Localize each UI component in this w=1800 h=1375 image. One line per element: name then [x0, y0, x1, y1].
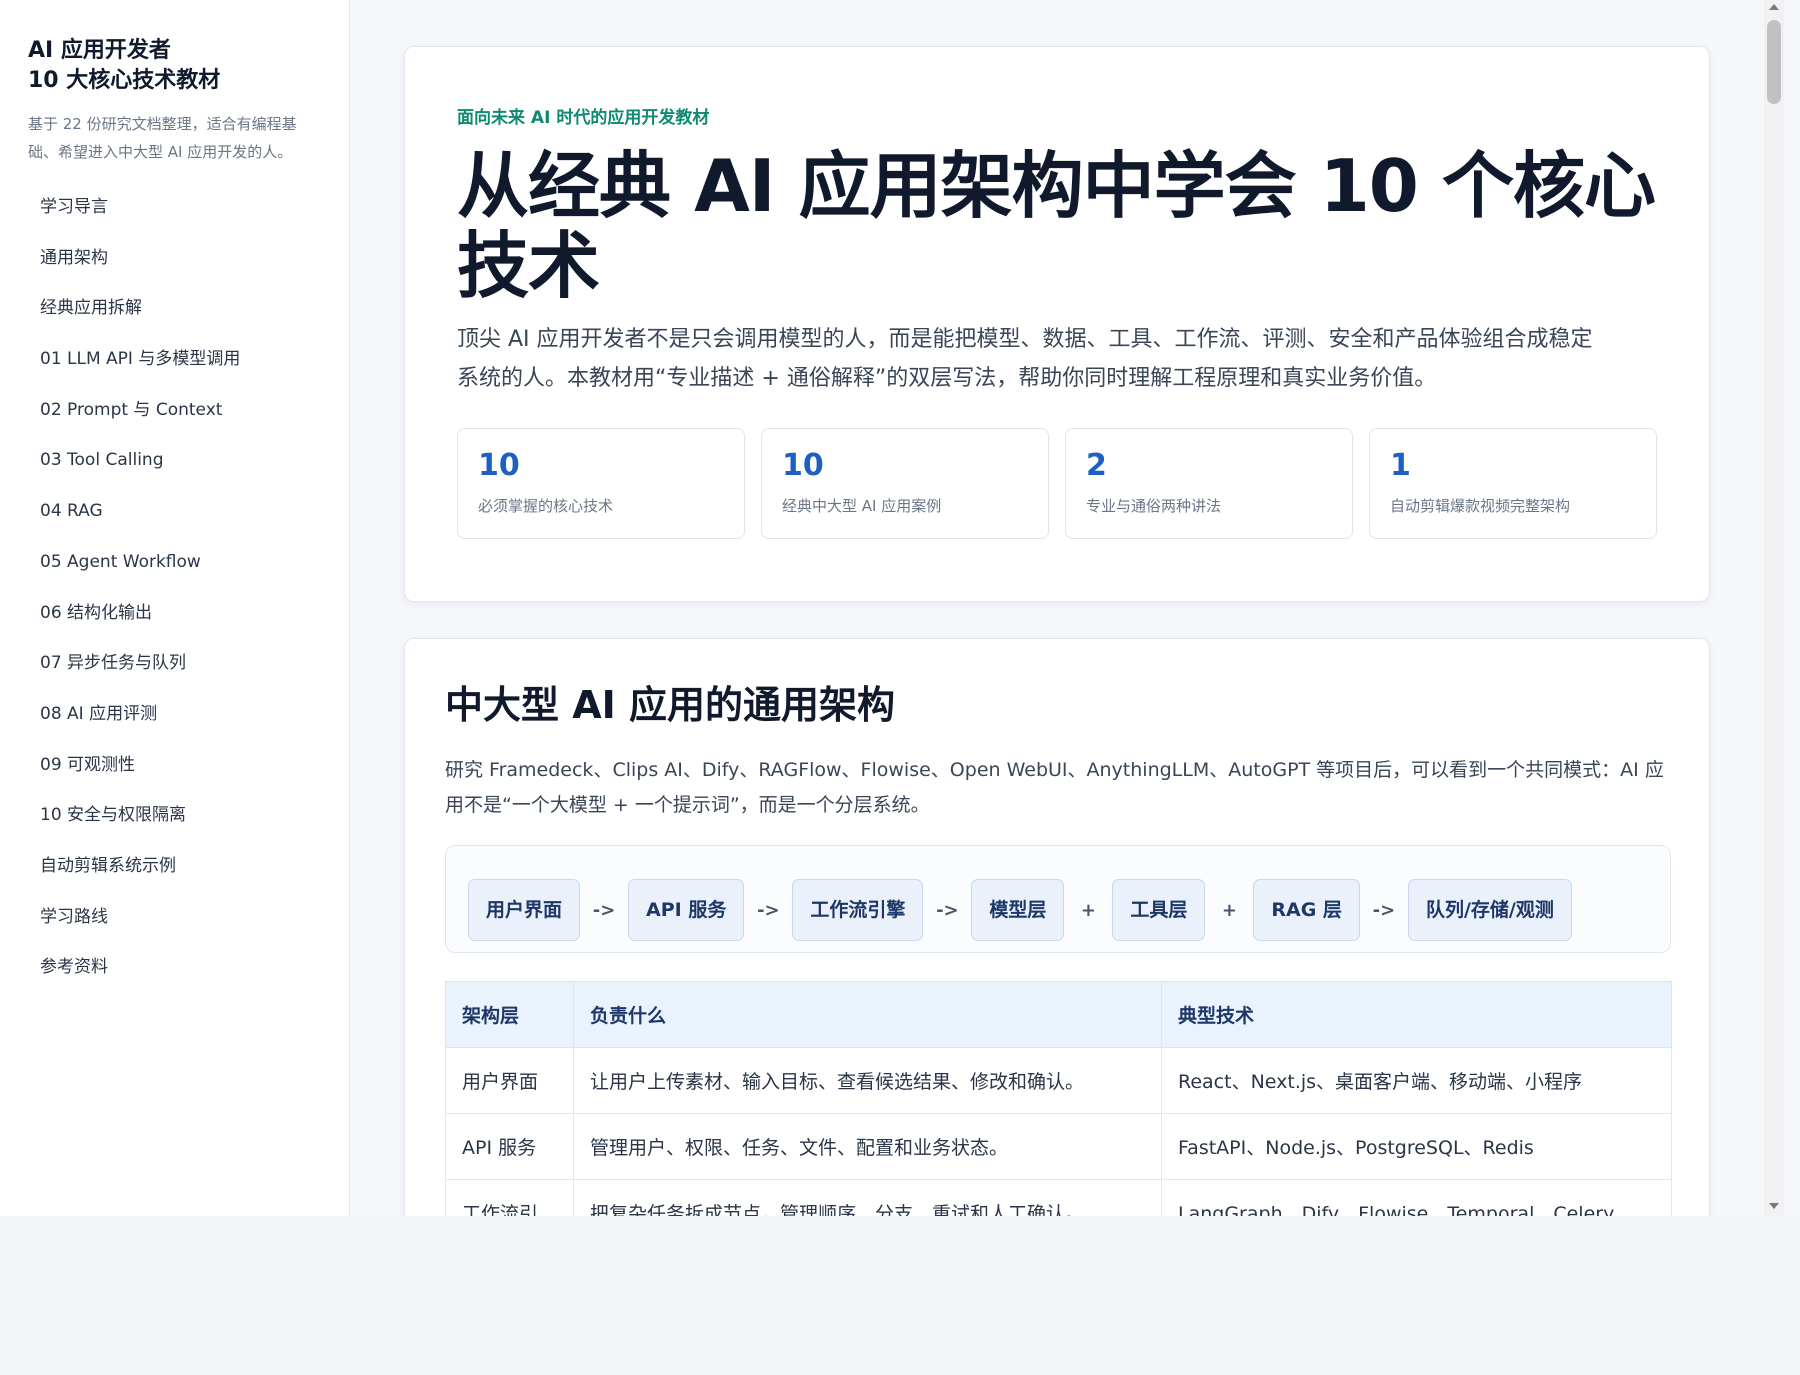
nav-item-rag[interactable]: 04 RAG: [28, 486, 321, 537]
sidebar: AI 应用开发者 10 大核心技术教材 基于 22 份研究文档整理，适合有编程基…: [0, 0, 350, 1216]
hero-kicker: 面向未来 AI 时代的应用开发教材: [457, 108, 710, 128]
scroll-down-arrow-icon[interactable]: [1769, 1203, 1779, 1209]
table-cell: 工作流引: [445, 1179, 574, 1216]
hero-title: 从经典 AI 应用架构中学会 10 个核心技术: [457, 144, 1656, 308]
table-cell: API 服务: [445, 1113, 574, 1180]
stat-value: 1: [1390, 448, 1411, 483]
table-cell: 用户界面: [445, 1047, 574, 1114]
empty-area-below-window: [0, 1216, 1800, 1375]
nav-item-architecture[interactable]: 通用架构: [28, 233, 321, 284]
table-header: 负责什么: [573, 981, 1162, 1048]
table-header: 架构层: [445, 981, 574, 1048]
app-window: AI 应用开发者 10 大核心技术教材 基于 22 份研究文档整理，适合有编程基…: [0, 0, 1800, 1216]
stat-label: 必须掌握的核心技术: [478, 497, 614, 515]
flow-box-model: 模型层: [971, 879, 1065, 941]
sidebar-nav: 学习导言 通用架构 经典应用拆解 01 LLM API 与多模型调用 02 Pr…: [28, 182, 321, 993]
brand-description: 基于 22 份研究文档整理，适合有编程基础、希望进入中大型 AI 应用开发的人。: [28, 115, 297, 161]
brand-title-line2: 10 大核心技术教材: [28, 68, 221, 93]
nav-item-structured-output[interactable]: 06 结构化输出: [28, 588, 321, 639]
nav-item-async-queue[interactable]: 07 异步任务与队列: [28, 638, 321, 689]
stat-card: 1 自动剪辑爆款视频完整架构: [1369, 428, 1657, 539]
table-cell: 把复杂任务拆成节点，管理顺序、分支、重试和人工确认。: [573, 1179, 1162, 1216]
vertical-scrollbar[interactable]: [1764, 0, 1784, 1216]
scroll-up-arrow-icon[interactable]: [1769, 4, 1779, 10]
table-header-row: 架构层 负责什么 典型技术: [445, 981, 1672, 1048]
table-row: 工作流引 把复杂任务拆成节点，管理顺序、分支、重试和人工确认。 LangGrap…: [445, 1179, 1672, 1216]
table-row: 用户界面 让用户上传素材、输入目标、查看候选结果、修改和确认。 React、Ne…: [445, 1047, 1672, 1114]
table-cell: FastAPI、Node.js、PostgreSQL、Redis: [1161, 1113, 1672, 1180]
stat-card: 10 必须掌握的核心技术: [457, 428, 745, 539]
architecture-table: 架构层 负责什么 典型技术 用户界面 让用户上传素材、输入目标、查看候选结果、修…: [445, 981, 1672, 1216]
flow-box-workflow: 工作流引擎: [792, 879, 924, 941]
nav-item-intro[interactable]: 学习导言: [28, 182, 321, 233]
nav-item-llm-api[interactable]: 01 LLM API 与多模型调用: [28, 334, 321, 385]
flow-box-tools: 工具层: [1112, 879, 1206, 941]
stat-label: 自动剪辑爆款视频完整架构: [1390, 497, 1571, 515]
stat-label: 经典中大型 AI 应用案例: [782, 497, 942, 515]
table-cell: LangGraph、Dify、Flowise、Temporal、Celery: [1161, 1179, 1672, 1216]
nav-item-tool-calling[interactable]: 03 Tool Calling: [28, 435, 321, 486]
flow-plus: +: [1221, 899, 1237, 921]
flow-plus: +: [1080, 899, 1096, 921]
nav-item-observability[interactable]: 09 可观测性: [28, 740, 321, 791]
architecture-title: 中大型 AI 应用的通用架构: [445, 683, 896, 727]
nav-item-auto-edit-example[interactable]: 自动剪辑系统示例: [28, 841, 321, 892]
stat-label: 专业与通俗两种讲法: [1086, 497, 1222, 515]
architecture-card: 中大型 AI 应用的通用架构 研究 Framedeck、Clips AI、Dif…: [404, 638, 1710, 1216]
flow-box-api: API 服务: [628, 879, 745, 941]
table-cell: 管理用户、权限、任务、文件、配置和业务状态。: [573, 1113, 1162, 1180]
table-row: API 服务 管理用户、权限、任务、文件、配置和业务状态。 FastAPI、No…: [445, 1113, 1672, 1180]
flow-arrow: ->: [757, 899, 780, 921]
brand-title: AI 应用开发者 10 大核心技术教材: [28, 36, 321, 96]
brand-title-line1: AI 应用开发者: [28, 38, 171, 63]
stat-value: 10: [782, 448, 824, 483]
flow-arrow: ->: [936, 899, 959, 921]
nav-item-prompt[interactable]: 02 Prompt 与 Context: [28, 385, 321, 436]
hero-card: 面向未来 AI 时代的应用开发教材 从经典 AI 应用架构中学会 10 个核心技…: [404, 46, 1710, 602]
hero-description: 顶尖 AI 应用开发者不是只会调用模型的人，而是能把模型、数据、工具、工作流、评…: [457, 327, 1593, 391]
architecture-flow: 用户界面 -> API 服务 -> 工作流引擎 -> 模型层 + 工具层 + R…: [445, 845, 1671, 953]
table-cell: 让用户上传素材、输入目标、查看候选结果、修改和确认。: [573, 1047, 1162, 1114]
nav-item-agent-workflow[interactable]: 05 Agent Workflow: [28, 537, 321, 588]
flow-arrow: ->: [1372, 899, 1396, 921]
nav-item-security[interactable]: 10 安全与权限隔离: [28, 790, 321, 841]
flow-box-rag: RAG 层: [1253, 879, 1360, 941]
table-cell: React、Next.js、桌面客户端、移动端、小程序: [1161, 1047, 1672, 1114]
stat-card: 2 专业与通俗两种讲法: [1065, 428, 1353, 539]
stat-card: 10 经典中大型 AI 应用案例: [761, 428, 1049, 539]
nav-item-learning-path[interactable]: 学习路线: [28, 892, 321, 943]
flow-box-queue-storage: 队列/存储/观测: [1407, 879, 1572, 941]
stat-value: 2: [1086, 448, 1107, 483]
table-header: 典型技术: [1161, 981, 1672, 1048]
nav-item-evaluation[interactable]: 08 AI 应用评测: [28, 689, 321, 740]
flow-arrow: ->: [592, 899, 616, 921]
stat-value: 10: [478, 448, 520, 483]
flow-box-ui: 用户界面: [468, 879, 581, 941]
nav-item-references[interactable]: 参考资料: [28, 942, 321, 993]
architecture-description: 研究 Framedeck、Clips AI、Dify、RAGFlow、Flowi…: [445, 759, 1664, 816]
nav-item-cases[interactable]: 经典应用拆解: [28, 283, 321, 334]
scroll-thumb[interactable]: [1767, 20, 1781, 104]
stats-row: 10 必须掌握的核心技术 10 经典中大型 AI 应用案例 2 专业与通俗两种讲…: [457, 428, 1657, 539]
